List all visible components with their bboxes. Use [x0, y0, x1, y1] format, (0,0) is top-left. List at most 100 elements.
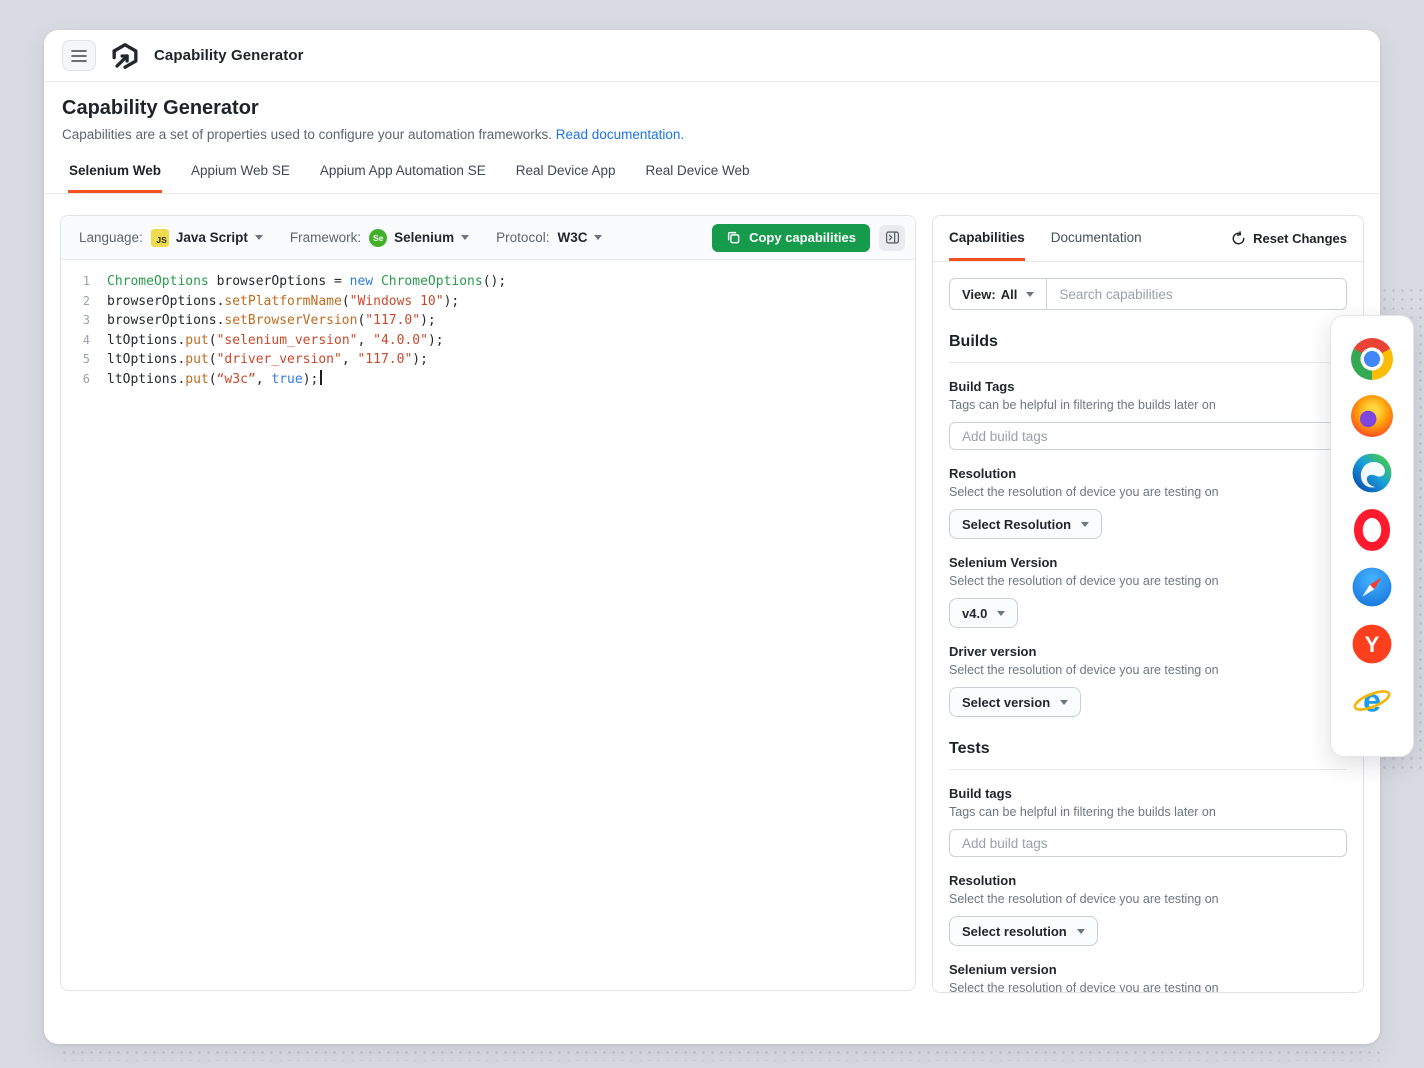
build-tags-input[interactable] — [949, 829, 1347, 857]
internet-explorer-icon: e — [1351, 680, 1393, 722]
selenium-icon: Se — [369, 229, 387, 247]
capabilities-sections: BuildsBuild TagsTags can be helpful in f… — [949, 332, 1347, 992]
browser-item-chrome[interactable] — [1351, 338, 1393, 380]
capabilities-panel: CapabilitiesDocumentation Reset Changes … — [932, 215, 1364, 993]
line-number: 3 — [61, 311, 107, 331]
app-title: Capability Generator — [154, 47, 304, 64]
field-description: Select the resolution of device you are … — [949, 484, 1347, 501]
field-build-tags: Build TagsTags can be helpful in filteri… — [949, 379, 1347, 450]
field-description: Select the resolution of device you are … — [949, 980, 1347, 992]
editor-panel: Language: JS Java Script Framework: Se S… — [60, 215, 916, 991]
tab-appium-app-automation-se[interactable]: Appium App Automation SE — [319, 163, 487, 193]
browser-item-firefox[interactable] — [1351, 395, 1393, 437]
field-description: Select the resolution of device you are … — [949, 662, 1347, 679]
desktop-background: Capability Generator Capability Generato… — [0, 0, 1424, 1068]
field-resolution: Resolution Select the resolution of devic… — [949, 466, 1347, 539]
build-tags-input[interactable] — [949, 422, 1347, 450]
chevron-down-icon — [594, 235, 602, 240]
app-logo-icon — [110, 41, 140, 71]
field-selenium-version: Selenium version Select the resolution of… — [949, 962, 1347, 992]
field-label: Resolution — [949, 466, 1347, 482]
tab-real-device-web[interactable]: Real Device Web — [645, 163, 751, 193]
field-build-tags: Build tagsTags can be helpful in filteri… — [949, 786, 1347, 857]
section-divider — [949, 769, 1347, 770]
page-title: Capability Generator — [62, 97, 1362, 120]
code-line: 1ChromeOptions browserOptions = new Chro… — [61, 272, 915, 292]
capabilities-body: View:All BuildsBuild TagsTags can be hel… — [933, 262, 1363, 992]
protocol-select[interactable]: W3C — [557, 230, 602, 245]
tab-selenium-web[interactable]: Selenium Web — [68, 163, 162, 193]
view-filter-select[interactable]: View:All — [950, 279, 1047, 309]
opera-icon — [1351, 509, 1393, 551]
edge-icon — [1351, 452, 1393, 494]
line-number: 2 — [61, 292, 107, 312]
field-label: Driver version — [949, 644, 1347, 660]
browser-item-opera[interactable] — [1351, 509, 1393, 551]
field-description: Select the resolution of device you are … — [949, 573, 1347, 590]
browser-item-safari[interactable] — [1351, 566, 1393, 608]
svg-text:e: e — [1363, 683, 1381, 719]
page-subtitle: Capabilities are a set of properties use… — [62, 127, 1362, 142]
app-window: Capability Generator Capability Generato… — [44, 30, 1380, 1044]
code-editor[interactable]: 1ChromeOptions browserOptions = new Chro… — [61, 260, 915, 990]
tab-capabilities[interactable]: Capabilities — [949, 216, 1025, 261]
framework-group: Framework: Se Selenium — [290, 229, 469, 247]
chevron-down-icon — [1077, 929, 1085, 934]
tab-real-device-app[interactable]: Real Device App — [515, 163, 617, 193]
copy-capabilities-button[interactable]: Copy capabilities — [712, 224, 870, 252]
driver-version-dropdown[interactable]: Select version — [949, 687, 1081, 717]
resolution-dropdown[interactable]: Select resolution — [949, 916, 1098, 946]
capabilities-header: Capabilities Documentation Reset Changes — [933, 216, 1363, 262]
copy-icon — [726, 230, 741, 245]
language-group: Language: JS Java Script — [79, 229, 263, 247]
field-driver-version: Driver version Select the resolution of d… — [949, 644, 1347, 717]
selenium-version-dropdown[interactable]: v4.0 — [949, 598, 1018, 628]
tab-documentation[interactable]: Documentation — [1051, 216, 1142, 261]
field-selenium-version: Selenium VersionSelect the resolution of… — [949, 555, 1347, 628]
browser-item-internet-explorer[interactable]: e — [1351, 680, 1393, 722]
collapse-panel-icon — [885, 230, 900, 245]
code-line: 5ltOptions.put("driver_version", "117.0"… — [61, 350, 915, 370]
section-divider — [949, 362, 1347, 363]
language-select[interactable]: JS Java Script — [151, 229, 263, 247]
code-line: 6ltOptions.put(“w3c”, true); — [61, 370, 915, 390]
safari-icon — [1351, 566, 1393, 608]
protocol-label: Protocol: — [496, 230, 549, 245]
editor-toolbar: Language: JS Java Script Framework: Se S… — [61, 216, 915, 260]
chevron-down-icon — [255, 235, 263, 240]
field-description: Tags can be helpful in filtering the bui… — [949, 804, 1347, 821]
chevron-down-icon — [1026, 292, 1034, 297]
field-label: Selenium version — [949, 962, 1347, 978]
dot-pattern-bottom — [60, 1048, 1380, 1061]
hamburger-icon — [71, 49, 87, 63]
reset-icon — [1231, 231, 1246, 246]
field-label: Resolution — [949, 873, 1347, 889]
search-capabilities-input[interactable] — [1047, 279, 1346, 309]
caret-cursor — [320, 370, 322, 385]
chevron-down-icon — [1081, 522, 1089, 527]
read-documentation-link[interactable]: Read documentation. — [556, 127, 684, 142]
browser-item-yandex[interactable]: Y — [1351, 623, 1393, 665]
collapse-panel-button[interactable] — [879, 225, 905, 251]
menu-button[interactable] — [62, 40, 96, 71]
code-line: 4ltOptions.put("selenium_version", "4.0.… — [61, 331, 915, 351]
filter-row: View:All — [949, 278, 1347, 310]
browser-item-edge[interactable] — [1351, 452, 1393, 494]
protocol-group: Protocol: W3C — [496, 230, 602, 245]
line-number: 6 — [61, 370, 107, 390]
field-label: Build Tags — [949, 379, 1347, 395]
line-number: 1 — [61, 272, 107, 292]
reset-changes-button[interactable]: Reset Changes — [1231, 231, 1347, 246]
line-number: 4 — [61, 331, 107, 351]
section-title-builds: Builds — [949, 332, 1347, 352]
line-number: 5 — [61, 350, 107, 370]
yandex-icon: Y — [1351, 623, 1393, 665]
field-description: Select the resolution of device you are … — [949, 891, 1347, 908]
code-line: 3browserOptions.setBrowserVersion("117.0… — [61, 311, 915, 331]
chrome-icon — [1351, 338, 1393, 380]
framework-select[interactable]: Se Selenium — [369, 229, 469, 247]
firefox-icon — [1351, 395, 1393, 437]
tab-appium-web-se[interactable]: Appium Web SE — [190, 163, 291, 193]
resolution-dropdown[interactable]: Select Resolution — [949, 509, 1102, 539]
section-title-tests: Tests — [949, 739, 1347, 759]
